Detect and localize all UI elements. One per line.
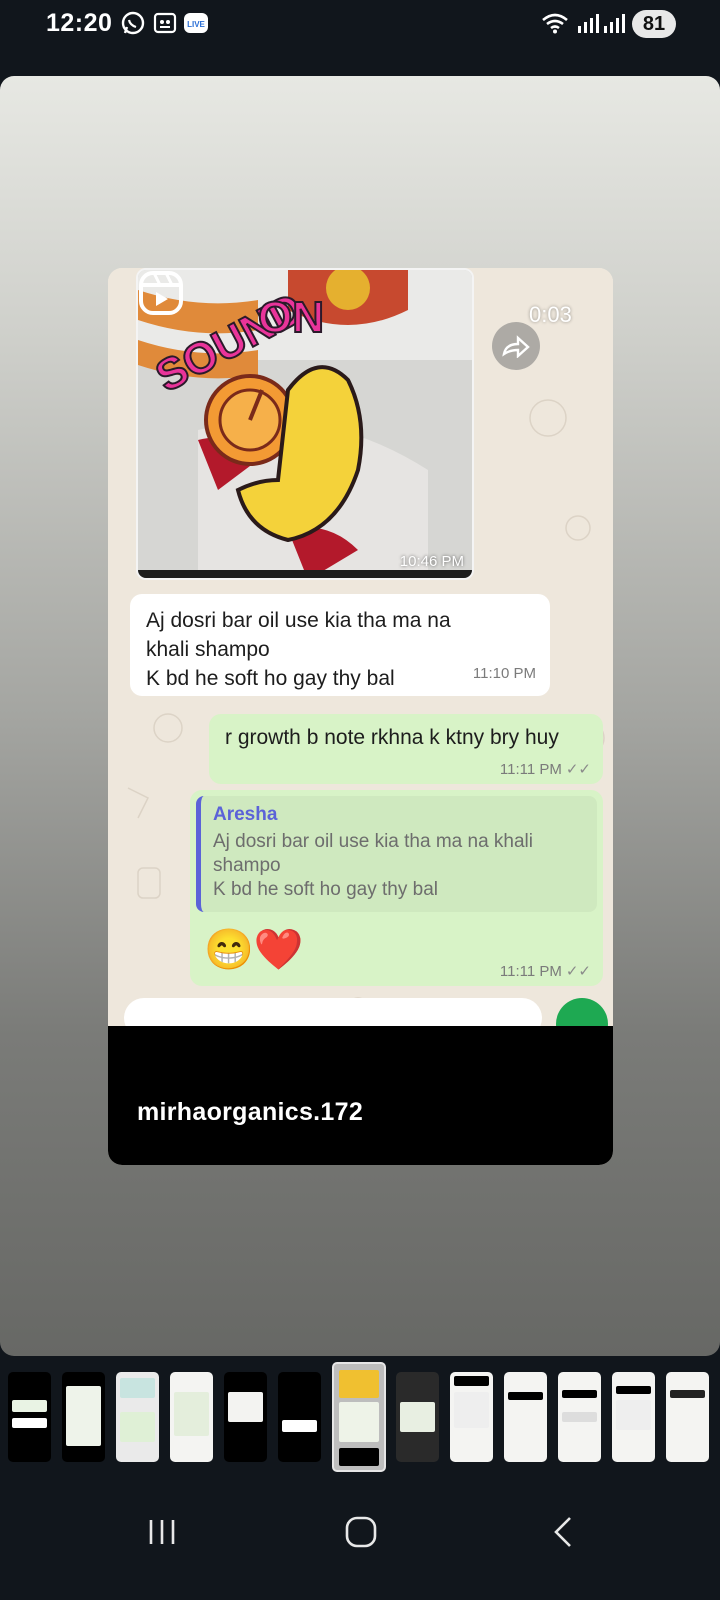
thumbnail[interactable]: [116, 1372, 159, 1462]
outgoing-message: r growth b note rkhna k ktny bry huy 11:…: [209, 714, 603, 784]
battery-indicator: 81: [632, 10, 676, 38]
outgoing-message-time-text: 11:11 PM: [499, 761, 562, 778]
video-timestamp: 10:46 PM: [399, 553, 464, 570]
status-bar: 12:20 LIVE 81: [0, 0, 720, 50]
thumbnail[interactable]: [558, 1372, 601, 1462]
home-icon[interactable]: [345, 1516, 377, 1548]
sound-on-sticker: SOUND ON: [147, 283, 364, 543]
story-viewer[interactable]: SOUND ON 10:46 PM Aj dosri bar oil use k…: [0, 76, 720, 1356]
navigation-bar: [0, 1480, 720, 1600]
read-ticks-icon: ✓✓: [565, 761, 591, 778]
video-thumbnail[interactable]: SOUND ON 10:46 PM: [136, 268, 474, 580]
thumbnail[interactable]: [504, 1372, 547, 1462]
thumbnail[interactable]: [612, 1372, 655, 1462]
whatsapp-icon: [121, 11, 145, 35]
reply-message-time-text: 11:11 PM: [499, 963, 562, 980]
thumbnail[interactable]: [8, 1372, 51, 1462]
screenshot-icon: [153, 12, 177, 34]
thumbnail[interactable]: [666, 1372, 709, 1462]
chat-screenshot-background: SOUND ON 10:46 PM Aj dosri bar oil use k…: [108, 268, 613, 1050]
svg-text:LIVE: LIVE: [187, 20, 205, 29]
signal-icon-2: [604, 14, 625, 33]
back-icon[interactable]: [552, 1516, 576, 1548]
thumbnail-active[interactable]: [332, 1362, 386, 1472]
quoted-text: Aj dosri bar oil use kia tha ma na khali…: [213, 831, 533, 900]
incoming-message: Aj dosri bar oil use kia tha ma na khali…: [130, 594, 550, 696]
reply-message: Aresha Aj dosri bar oil use kia tha ma n…: [190, 790, 603, 986]
live-badge-icon: LIVE: [184, 13, 208, 33]
video-duration: 0:03: [529, 302, 572, 327]
thumbnail[interactable]: [396, 1372, 439, 1462]
outgoing-message-time: 11:11 PM ✓✓: [500, 760, 591, 778]
thumbnail-strip[interactable]: [0, 1360, 720, 1472]
signal-icon: [578, 14, 599, 33]
outgoing-message-text: r growth b note rkhna k ktny bry huy: [225, 726, 559, 749]
thumbnail[interactable]: [170, 1372, 213, 1462]
thumbnail[interactable]: [62, 1372, 105, 1462]
username[interactable]: mirhaorganics.172: [137, 1098, 363, 1127]
thumbnail[interactable]: [278, 1372, 321, 1462]
quoted-sender: Aresha: [213, 804, 278, 825]
status-time: 12:20: [46, 9, 113, 37]
emoji-reply: 😁❤️: [204, 928, 304, 972]
shared-post[interactable]: SOUND ON 10:46 PM Aj dosri bar oil use k…: [108, 268, 613, 1165]
svg-text:ON: ON: [258, 293, 324, 342]
thumbnail[interactable]: [450, 1372, 493, 1462]
quoted-message: Aresha Aj dosri bar oil use kia tha ma n…: [196, 796, 597, 912]
reply-message-time: 11:11 PM ✓✓: [500, 962, 591, 980]
forward-icon: [502, 335, 530, 358]
recent-apps-icon[interactable]: [146, 1516, 178, 1548]
thumbnail[interactable]: [224, 1372, 267, 1462]
forward-button[interactable]: [492, 322, 540, 370]
wifi-icon: [542, 13, 568, 34]
read-ticks-icon: ✓✓: [565, 963, 591, 980]
incoming-message-time: 11:10 PM: [472, 665, 536, 682]
chat-input-strip: [108, 998, 613, 1050]
caption-area: mirhaorganics.172: [108, 1026, 613, 1165]
